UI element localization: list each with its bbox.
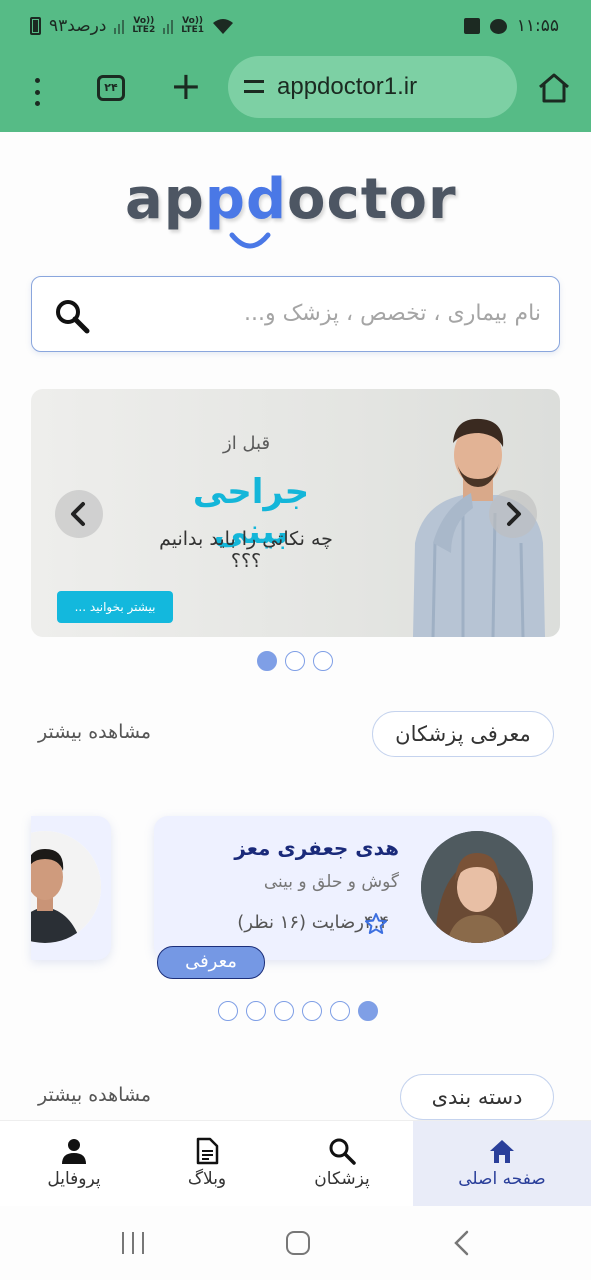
- doctors-pagination: [218, 1001, 378, 1021]
- smile-icon: [229, 232, 271, 249]
- doctor-avatar: [421, 831, 533, 943]
- home-button-icon[interactable]: [285, 1230, 311, 1256]
- battery-icon: [30, 17, 41, 35]
- categories-section-title: دسته بندی: [400, 1074, 554, 1120]
- logo-text-pd: pd: [204, 167, 288, 232]
- logo-text-octor: octor: [287, 167, 457, 232]
- status-bar: ۹۳درصد Vo)) LTE2 Vo)) LTE1 ۱۱:۵۵: [0, 0, 591, 56]
- lte2-indicator: Vo)) LTE2: [132, 17, 155, 35]
- signal-bars-icon: [163, 18, 174, 34]
- nav-label: پزشکان: [314, 1169, 370, 1189]
- pagination-dot[interactable]: [285, 651, 305, 671]
- promo-banner[interactable]: قبل از جراحی بینی چه نکاتی را باید بدانی…: [31, 389, 560, 637]
- pagination-dot[interactable]: [274, 1001, 294, 1021]
- chevron-right-icon: [507, 502, 521, 526]
- tab-switcher-button[interactable]: ۲۴: [97, 75, 125, 101]
- intro-button[interactable]: معرفی: [157, 946, 265, 979]
- doctor-avatar: [31, 831, 101, 943]
- doctor-name: هدی جعفری معز: [234, 836, 399, 860]
- signal-bars-icon: [114, 18, 125, 34]
- battery-text: ۹۳درصد: [49, 16, 107, 36]
- pagination-dot[interactable]: [218, 1001, 238, 1021]
- nav-item-profile[interactable]: پروفایل: [0, 1121, 148, 1207]
- search-icon: [329, 1138, 356, 1165]
- doctors-section-title: معرفی پزشکان: [372, 711, 554, 757]
- browser-menu-icon[interactable]: [26, 74, 48, 110]
- new-tab-icon[interactable]: +: [170, 66, 202, 106]
- pagination-dot[interactable]: [313, 651, 333, 671]
- banner-pretitle: قبل از: [223, 433, 271, 454]
- status-left: ۹۳درصد Vo)) LTE2 Vo)) LTE1: [30, 16, 234, 36]
- nav-item-home[interactable]: صفحه اصلی: [413, 1121, 591, 1207]
- lte2-label: LTE2: [132, 25, 156, 35]
- address-bar[interactable]: appdoctor1.ir: [228, 56, 517, 118]
- back-icon[interactable]: [452, 1230, 472, 1256]
- bottom-navigation: پروفایل وبلاگ پزشکان صفحه اصلی: [0, 1120, 591, 1207]
- search-icon[interactable]: [54, 298, 90, 334]
- categories-see-more-link[interactable]: مشاهده بیشتر: [38, 1084, 151, 1106]
- url-text[interactable]: appdoctor1.ir: [277, 73, 417, 101]
- lte1-label: LTE1: [181, 25, 204, 35]
- pagination-dot[interactable]: [246, 1001, 266, 1021]
- nav-label: وبلاگ: [187, 1169, 227, 1189]
- doctor-card-partial[interactable]: [31, 816, 111, 960]
- chevron-left-icon: [71, 502, 85, 526]
- recent-apps-icon[interactable]: [120, 1230, 146, 1256]
- browser-toolbar: ۲۴ + appdoctor1.ir: [0, 56, 591, 132]
- checkbox-notification-icon: [463, 18, 480, 34]
- nav-item-blog[interactable]: وبلاگ: [133, 1121, 281, 1207]
- system-navigation-bar: [0, 1206, 591, 1280]
- read-more-button[interactable]: بیشتر بخوانید ...: [57, 591, 173, 623]
- search-placeholder[interactable]: نام بیماری ، تخصص ، پزشک و...: [244, 301, 541, 326]
- chat-notification-icon: [489, 18, 507, 34]
- banner-subtitle: چه نکاتی را باید بدانیم ؟؟؟: [159, 528, 333, 572]
- site-settings-icon[interactable]: [244, 77, 264, 97]
- status-right: ۱۱:۵۵: [463, 16, 559, 36]
- site-logo[interactable]: appdoctor: [125, 165, 465, 255]
- wifi-icon: [213, 19, 233, 34]
- document-icon: [196, 1137, 219, 1165]
- doctor-card[interactable]: هدی جعفری معز گوش و حلق و بینی ۴.۴رضایت …: [154, 816, 552, 960]
- clock: ۱۱:۵۵: [516, 16, 559, 36]
- nav-item-doctors[interactable]: پزشکان: [268, 1121, 416, 1207]
- banner-prev-button[interactable]: [55, 490, 103, 538]
- lte1-indicator: Vo)) LTE1: [181, 17, 204, 35]
- banner-pagination: [257, 651, 333, 671]
- pagination-dot[interactable]: [330, 1001, 350, 1021]
- home-icon: [490, 1140, 514, 1163]
- person-icon: [62, 1139, 86, 1164]
- search-box[interactable]: نام بیماری ، تخصص ، پزشک و...: [31, 276, 560, 352]
- home-icon[interactable]: [537, 72, 571, 104]
- doctor-specialty: گوش و حلق و بینی: [263, 872, 399, 892]
- nav-label: صفحه اصلی: [458, 1169, 546, 1189]
- pagination-dot[interactable]: [358, 1001, 378, 1021]
- banner-next-button[interactable]: [489, 490, 537, 538]
- nav-label: پروفایل: [47, 1169, 101, 1189]
- star-icon: [365, 913, 387, 934]
- doctors-see-more-link[interactable]: مشاهده بیشتر: [38, 721, 151, 743]
- pagination-dot[interactable]: [302, 1001, 322, 1021]
- logo-text-ap: ap: [125, 167, 205, 232]
- pagination-dot[interactable]: [257, 651, 277, 671]
